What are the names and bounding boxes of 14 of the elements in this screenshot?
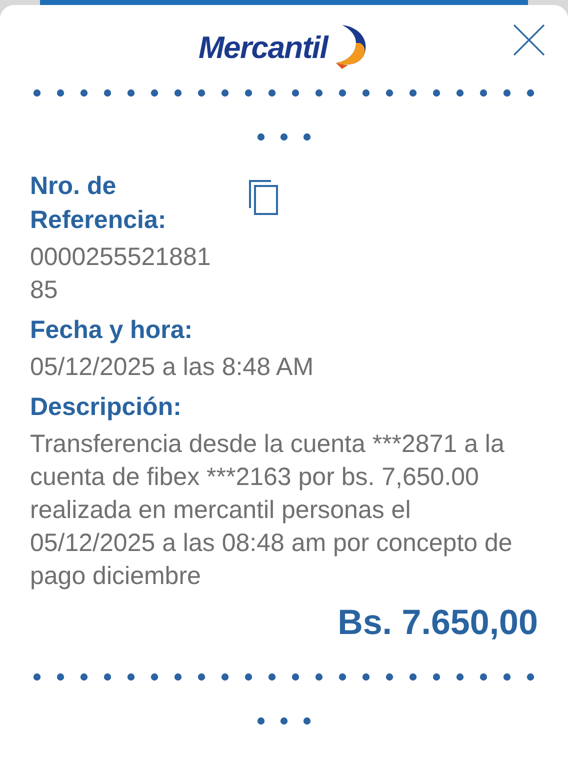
- field-value: 000025552188185: [30, 242, 212, 306]
- ellipsis-icon: [257, 717, 311, 725]
- close-icon: [513, 24, 545, 56]
- copy-icon: [247, 178, 279, 216]
- field-label: Fecha y hora:: [30, 315, 194, 346]
- field-label: Nro. de Referencia:: [30, 171, 168, 236]
- field-value: Transferencia desde la cuenta ***2871 a la cuenta de fibex ***2163 por bs. 7,650.00 realizada en mercantil personas el 05/12/2025 a las 08:48 am por concepto de pago diciembre: [30, 429, 514, 592]
- copy-button[interactable]: [246, 177, 280, 217]
- logo-text: Mercantil: [198, 32, 328, 63]
- amount-text: Bs. 7.650,00: [338, 602, 538, 644]
- field-value: 05/12/2025 a las 8:48 AM: [30, 352, 315, 383]
- close-button[interactable]: [512, 23, 546, 57]
- field-label: Descripción:: [30, 392, 182, 423]
- ellipsis-icon: [257, 133, 311, 141]
